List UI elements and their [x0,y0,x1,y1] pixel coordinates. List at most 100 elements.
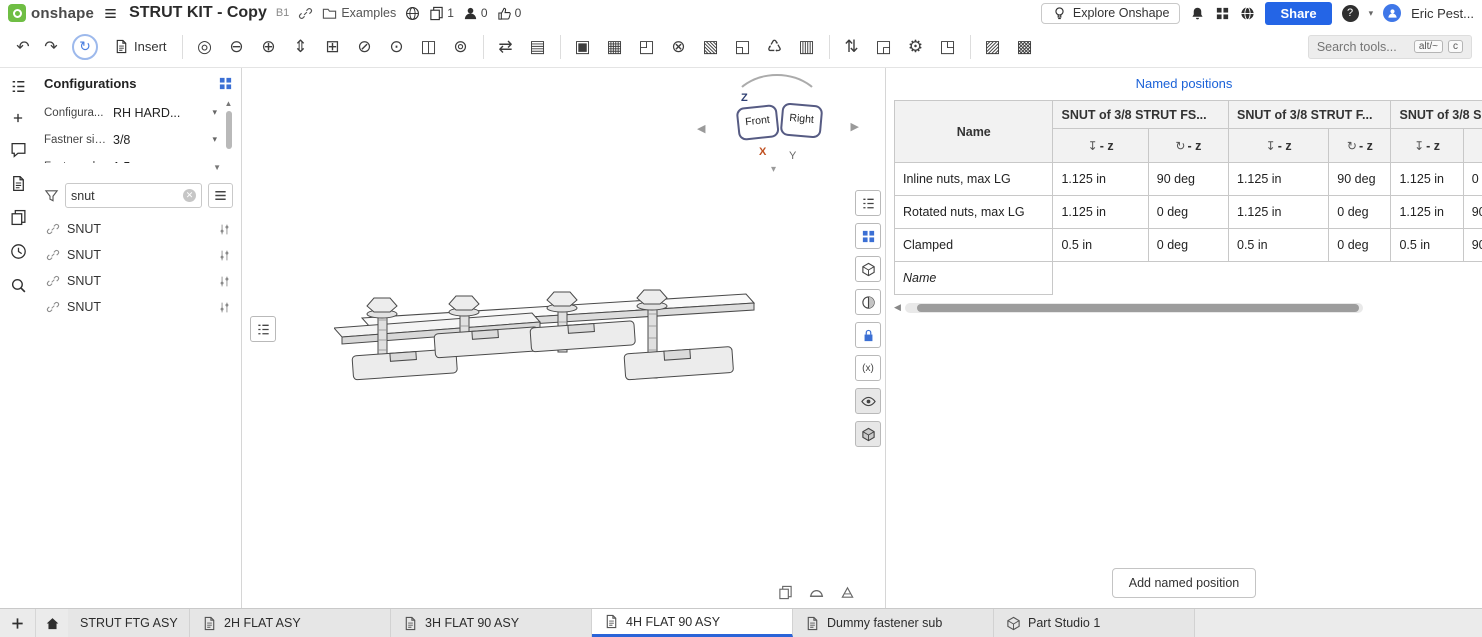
history-icon[interactable] [10,243,27,260]
position-value-cell[interactable]: 0 deg [1328,228,1392,262]
help-icon[interactable]: ? [1341,4,1359,22]
config-dropdown[interactable]: 3/8 ▾ [111,131,219,149]
redo-icon[interactable]: ↷ [38,37,64,57]
likes-stat[interactable]: 0 [497,6,521,21]
position-value-cell[interactable]: 0 deg [1147,195,1230,229]
tab-part-studio-1[interactable]: Part Studio 1 [994,609,1195,637]
scroll-up-icon[interactable]: ▲ [225,99,233,109]
scroll-down-icon[interactable]: ▼ [44,163,233,175]
document-panel-icon[interactable] [10,175,27,192]
config-dropdown[interactable]: RH HARD... ▾ [111,104,219,122]
insert-button[interactable]: Insert [106,39,175,54]
scrollbar-track[interactable] [904,302,1363,313]
position-value-cell[interactable]: 90 deg [1328,162,1392,196]
search-tools-input[interactable] [1316,39,1409,54]
scroll-left-icon[interactable]: ◀ [894,302,901,313]
add-tab-button[interactable] [0,609,36,637]
shaded-view-button[interactable] [855,421,881,447]
view-cube-front-face[interactable]: Front [735,103,780,142]
configure-slider-icon[interactable] [218,275,231,288]
public-globe-icon[interactable] [405,6,420,21]
tab-strut-ftg-asy[interactable]: STRUT FTG ASY [68,609,190,637]
position-value-cell[interactable]: 0.5 in [1052,228,1149,262]
search-panel-icon[interactable] [10,277,27,294]
position-value-cell[interactable]: 0 deg [1147,228,1230,262]
filter-funnel-icon[interactable] [44,188,59,203]
position-value-cell[interactable]: 1.125 in [1052,195,1149,229]
main-menu-icon[interactable] [103,6,118,21]
configure-slider-icon[interactable] [218,301,231,314]
tool-gusset-icon[interactable]: ⊗ [664,30,694,64]
horizontal-scrollbar[interactable]: ◀ [894,302,1482,313]
view-report-button[interactable] [855,190,881,216]
tab-2h-flat-asy[interactable]: 2H FLAT ASY [190,609,391,637]
position-name-cell[interactable]: Rotated nuts, max LG [893,195,1054,229]
view-cube[interactable]: Z Front Right ◀ ▶ X Y ▾ [697,72,859,184]
configure-slider-icon[interactable] [218,249,231,262]
config-dropdown[interactable]: 1.5 ▾ [111,158,219,164]
tool-mate-connector-icon[interactable]: ⊕ [254,30,284,64]
clear-filter-icon[interactable]: ✕ [183,189,196,202]
notifications-bell-icon[interactable] [1190,6,1205,21]
scrollbar-thumb[interactable] [225,111,232,149]
tool-display-states-icon[interactable]: ▤ [523,30,553,64]
versions-icon[interactable] [10,209,27,226]
tool-frame-icon[interactable]: ▦ [600,30,630,64]
list-item[interactable]: SNUT [44,294,233,320]
tab-4h-flat-90-asy[interactable]: 4H FLAT 90 ASY [592,609,793,637]
explore-onshape-button[interactable]: Explore Onshape [1040,2,1181,24]
tool-appearance-icon[interactable]: ▥ [792,30,822,64]
app-store-grid-icon[interactable] [1215,6,1230,21]
measure-button[interactable]: (x) [855,355,881,381]
tool-explode-icon[interactable]: ⊚ [446,30,476,64]
filter-input[interactable] [71,188,179,203]
tool-move-icon[interactable]: ⇕ [286,30,316,64]
position-value-cell[interactable]: 0.5 in [1390,228,1464,262]
tool-variables-icon[interactable]: ⚙ [901,30,931,64]
list-item[interactable]: SNUT [44,216,233,242]
scale-icon[interactable] [840,585,855,600]
lock-view-button[interactable] [855,322,881,348]
section-view-button[interactable] [855,289,881,315]
performance-dome-icon[interactable] [809,585,824,600]
feature-list-icon[interactable] [10,78,27,95]
rotate-left-icon[interactable]: ◀ [697,122,705,135]
update-icon[interactable]: ↻ [72,33,98,60]
insert-item-icon[interactable] [12,112,24,124]
position-value-cell[interactable]: 1.125 in [1227,195,1330,229]
tool-bom-icon[interactable]: ▣ [568,30,598,64]
tool-drawing-icon[interactable]: ▨ [978,30,1008,64]
tool-linear-pattern-icon[interactable]: ⊞ [318,30,348,64]
position-name-cell[interactable]: Inline nuts, max LG [893,162,1054,196]
tool-group-icon[interactable]: ⊖ [222,30,252,64]
user-avatar[interactable] [1383,4,1402,22]
followers-stat[interactable]: 0 [463,6,488,21]
position-value-cell[interactable]: 90 deg [1462,195,1482,229]
tab-dummy-fastener-sub[interactable]: Dummy fastener sub [793,609,994,637]
assembly-3d-model[interactable] [334,210,864,480]
list-item[interactable]: SNUT [44,242,233,268]
link-icon[interactable] [298,6,313,21]
tool-report-icon[interactable]: ▩ [1010,30,1040,64]
position-value-cell[interactable]: 1.125 in [1390,195,1464,229]
home-tab-button[interactable] [36,609,68,637]
tool-in-context-icon[interactable]: ⇄ [491,30,521,64]
tool-circular-pattern-icon[interactable]: ⊘ [350,30,380,64]
tool-replicate-icon[interactable]: ⊙ [382,30,412,64]
filter-input-box[interactable]: ✕ [65,183,202,208]
search-tools-box[interactable]: alt/~ c [1307,34,1472,59]
standard-views-button[interactable] [855,223,881,249]
new-position-name-field[interactable]: Name [893,261,1054,295]
list-view-button[interactable] [208,183,233,208]
tool-mate-icon[interactable]: ◎ [190,30,220,64]
view-cube-right-face[interactable]: Right [779,102,824,139]
configuration-table-icon[interactable] [218,76,233,91]
comments-icon[interactable] [10,141,27,158]
snapshot-icon[interactable] [778,585,793,600]
rotate-right-icon[interactable]: ▶ [851,120,859,133]
scrollbar-thumb[interactable] [916,303,1359,312]
onshape-logo[interactable]: onshape [8,4,94,22]
tab-3h-flat-90-asy[interactable]: 3H FLAT 90 ASY [391,609,592,637]
assembly-tree-toggle-button[interactable] [250,316,276,342]
tool-properties-icon[interactable]: ◳ [933,30,963,64]
